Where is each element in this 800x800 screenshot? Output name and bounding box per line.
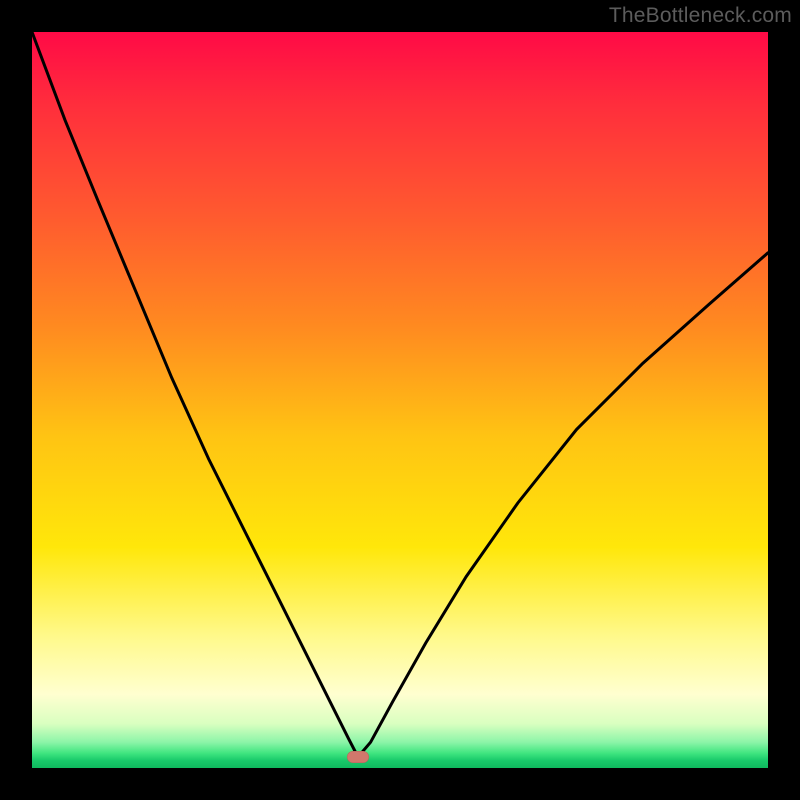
curve-layer <box>32 32 768 768</box>
watermark-text: TheBottleneck.com <box>609 4 792 28</box>
plot-area <box>32 32 768 768</box>
chart-frame: TheBottleneck.com <box>0 0 800 800</box>
bottleneck-curve <box>32 32 768 757</box>
optimal-marker <box>347 751 369 763</box>
